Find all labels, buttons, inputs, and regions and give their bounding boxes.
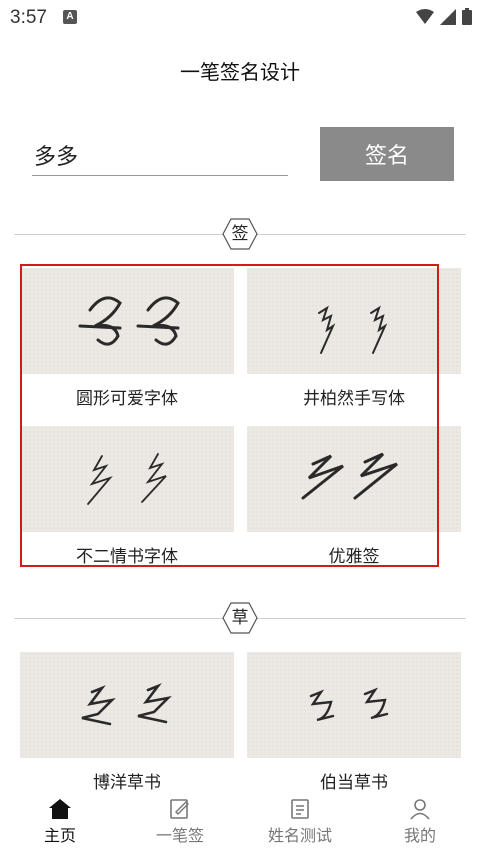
nav-signature[interactable]: 一笔签	[120, 790, 240, 853]
status-bar: 3:57 A	[0, 0, 480, 34]
page-title: 一笔签名设计	[180, 60, 300, 84]
signature-preview	[247, 268, 461, 374]
font-card-boyang-cursive[interactable]: 博洋草书	[20, 652, 234, 793]
signature-sample-5	[81, 683, 172, 726]
font-card-elegant[interactable]: 优雅签	[247, 426, 461, 567]
document-icon	[291, 799, 309, 819]
cell-signal-icon	[440, 8, 456, 25]
font-card-jing-boran[interactable]: 井柏然手写体	[247, 268, 461, 409]
nav-label: 一笔签	[155, 826, 204, 845]
signature-sample-6	[309, 687, 389, 722]
font-card-round-cute[interactable]: 圆形可爱字体	[20, 268, 234, 409]
status-time: 3:57	[10, 7, 47, 28]
signature-sample-3	[87, 453, 167, 505]
bottom-nav: 主页 一笔签 姓名测试 我的	[0, 790, 480, 853]
section-divider-qian: 签	[14, 218, 466, 250]
wifi-icon	[416, 8, 434, 24]
font-card-label: 优雅签	[328, 547, 380, 567]
name-input[interactable]	[32, 134, 288, 176]
signature-preview	[20, 426, 234, 532]
signature-sample-4	[301, 452, 398, 500]
signature-preview	[20, 268, 234, 374]
signature-icon	[170, 799, 189, 819]
a-icon: A	[63, 10, 77, 24]
section-label: 签	[231, 224, 249, 244]
section-label: 草	[231, 608, 249, 628]
signature-sample-1	[78, 296, 180, 346]
person-icon	[410, 799, 430, 820]
nav-name-test[interactable]: 姓名测试	[240, 790, 360, 853]
signature-preview	[20, 652, 234, 758]
nav-profile[interactable]: 我的	[360, 790, 480, 853]
battery-icon	[462, 8, 472, 25]
nav-label: 我的	[403, 826, 436, 845]
signature-sample-2	[318, 305, 388, 354]
nav-label: 主页	[43, 826, 76, 845]
font-card-label: 圆形可爱字体	[76, 389, 178, 409]
signature-preview	[247, 652, 461, 758]
section-divider-cao: 草	[14, 602, 466, 634]
status-icons	[416, 8, 472, 25]
font-card-bodang-cursive[interactable]: 伯当草书	[247, 652, 461, 793]
sign-button[interactable]: 签名	[320, 127, 454, 181]
font-card-label: 井柏然手写体	[303, 389, 405, 409]
nav-home[interactable]: 主页	[0, 790, 120, 853]
signature-preview	[247, 426, 461, 532]
font-card-label: 不二情书字体	[76, 547, 178, 567]
font-card-buer-love-letter[interactable]: 不二情书字体	[20, 426, 234, 567]
home-icon	[49, 799, 71, 819]
nav-label: 姓名测试	[267, 826, 332, 845]
